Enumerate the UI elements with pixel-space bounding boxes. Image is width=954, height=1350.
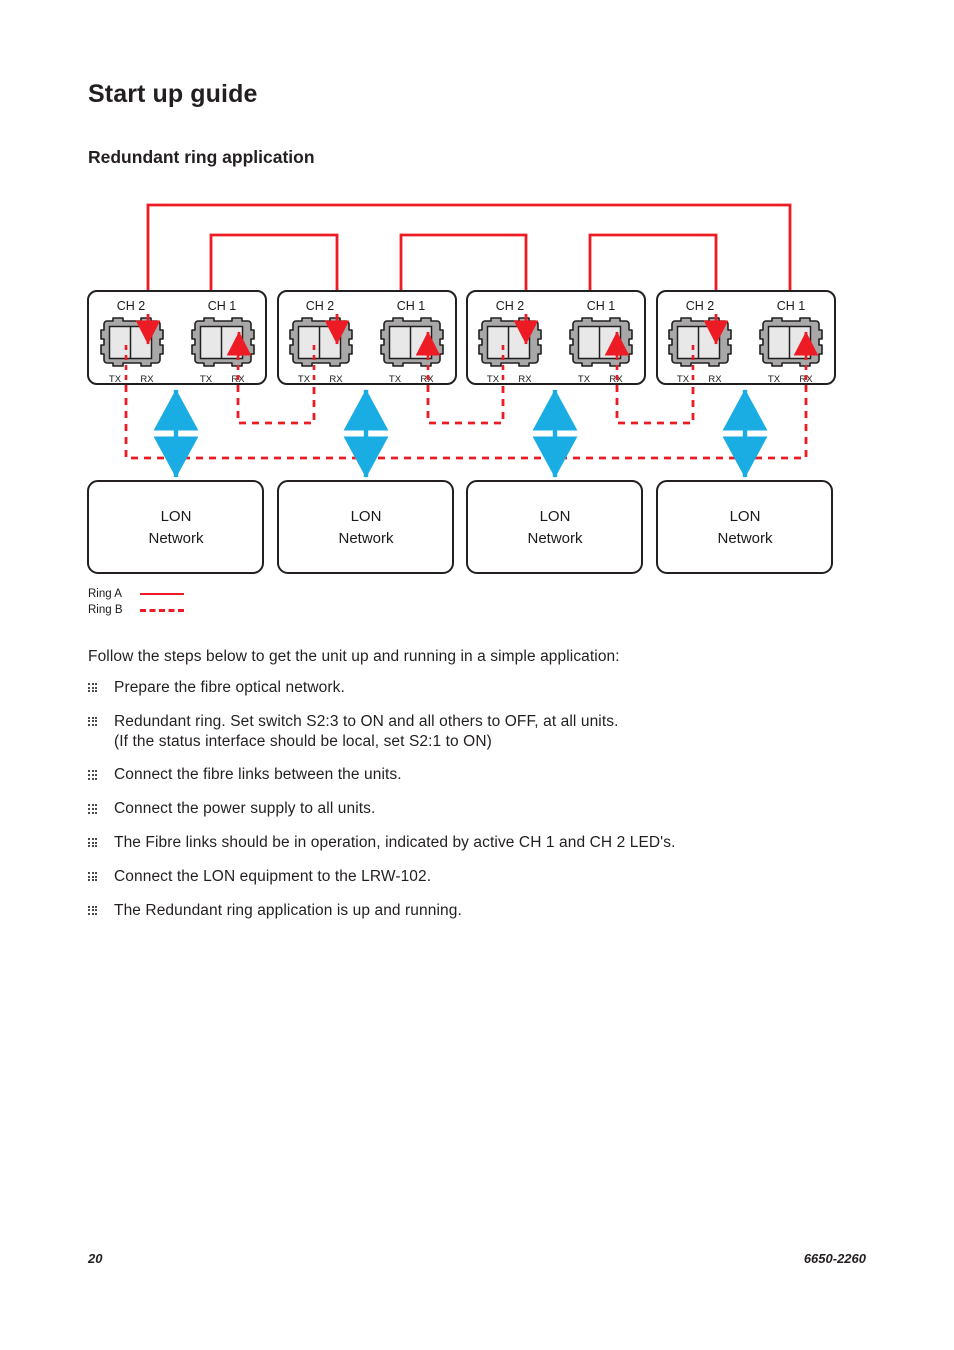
- module-2-ch2-label: CH 2: [306, 299, 335, 313]
- bullet-grid-icon: [88, 867, 114, 882]
- module-1-ch1-connector: [191, 317, 255, 367]
- module-4-ch2-label: CH 2: [686, 299, 715, 313]
- module-3-ch2-tx-label: TX: [487, 374, 500, 385]
- module-2-ch1-connector: [380, 317, 444, 367]
- bullet-grid-icon: [88, 901, 114, 915]
- list-item: Connect the power supply to all units.: [88, 799, 878, 819]
- module-3-ch2-connector: [478, 317, 542, 367]
- module-1-ch2-tx-label: TX: [109, 374, 122, 385]
- bullet-grid-icon: [88, 712, 114, 727]
- module-1-ch2-connector: [100, 317, 164, 367]
- instructions-list: Prepare the fibre optical network. Redun…: [88, 678, 878, 935]
- module-4-ch2-connector: [668, 317, 732, 367]
- legend-row-ring-b: Ring B: [88, 602, 288, 618]
- step-text: Connect the LON equipment to the LRW-102…: [114, 867, 432, 885]
- module-1-ch1-tx-label: TX: [200, 374, 213, 385]
- legend-label-ring-b: Ring B: [88, 604, 123, 616]
- module-2-ch1-tx-label: TX: [389, 374, 402, 385]
- step-text: Redundant ring. Set switch S2:3 to ON an…: [114, 712, 619, 730]
- ring-a-wires: [146, 203, 792, 300]
- lon-network-box-2: LON Network: [277, 480, 454, 574]
- module-3-ch1-label: CH 1: [587, 299, 616, 313]
- instructions-intro: Follow the steps below to get the unit u…: [88, 648, 620, 665]
- device-module-4: CH 2 CH 1 TX RX TX RX: [656, 290, 836, 385]
- module-2-ch1-label: CH 1: [397, 299, 426, 313]
- lon-link-arrows: [153, 389, 768, 478]
- module-1-ch2-label: CH 2: [117, 299, 146, 313]
- list-item: Connect the fibre links between the unit…: [88, 765, 878, 785]
- step-text: Prepare the fibre optical network.: [114, 679, 345, 696]
- step-text: Connect the fibre links between the unit…: [114, 766, 402, 784]
- device-module-1: CH 2 CH 1 TX RX TX RX: [87, 290, 267, 385]
- bullet-grid-icon: [88, 833, 114, 848]
- bullet-grid-icon: [88, 799, 114, 814]
- module-2-ch2-rx-label: RX: [329, 374, 343, 385]
- lon-network-box-3: LON Network: [466, 480, 643, 574]
- step-text: The Redundant ring application is up and…: [114, 901, 462, 919]
- list-item: Prepare the fibre optical network.: [88, 678, 878, 698]
- diagram-legend: Ring A Ring B: [88, 586, 288, 618]
- lon-network-3-line1: LON: [540, 508, 571, 525]
- module-2-ch2-tx-label: TX: [298, 374, 311, 385]
- module-4-ch1-label: CH 1: [777, 299, 806, 313]
- list-item: The Redundant ring application is up and…: [88, 901, 878, 921]
- module-4-ch1-connector: [759, 317, 823, 367]
- lon-network-2-line2: Network: [338, 530, 394, 547]
- module-2-ch2-connector: [289, 317, 353, 367]
- module-1-ch2-rx-label: RX: [140, 374, 154, 385]
- footer-page-number: 20: [88, 1251, 103, 1266]
- list-item: The Fibre links should be in operation, …: [88, 833, 878, 853]
- bullet-grid-icon: [88, 765, 114, 780]
- redundant-ring-diagram: CH 2 CH 1 TX RX TX RX CH 2 CH 1 TX RX TX: [0, 0, 954, 640]
- lon-network-4-line1: LON: [730, 508, 761, 525]
- legend-row-ring-a: Ring A: [88, 586, 288, 602]
- step-subtext: (If the status interface should be local…: [114, 732, 492, 750]
- module-4-ch2-tx-label: TX: [677, 374, 690, 385]
- module-1-ch1-label: CH 1: [208, 299, 237, 313]
- step-text: The Fibre links should be in operation, …: [114, 834, 676, 852]
- lon-network-box-4: LON Network: [656, 480, 833, 574]
- list-item: Connect the LON equipment to the LRW-102…: [88, 867, 878, 887]
- lon-network-4-line2: Network: [717, 530, 773, 547]
- module-3-ch2-rx-label: RX: [518, 374, 532, 385]
- device-module-2: CH 2 CH 1 TX RX TX RX: [277, 290, 457, 385]
- lon-network-box-1: LON Network: [87, 480, 264, 574]
- step-text: Connect the power supply to all units.: [114, 800, 376, 818]
- lon-network-2-line1: LON: [351, 508, 382, 525]
- legend-swatch-dashed-line: [140, 608, 184, 612]
- list-item: Redundant ring. Set switch S2:3 to ON an…: [88, 712, 878, 752]
- lon-network-3-line2: Network: [527, 530, 583, 547]
- device-module-3: CH 2 CH 1 TX RX TX RX: [466, 290, 646, 385]
- module-4-ch2-rx-label: RX: [708, 374, 722, 385]
- module-3-ch1-connector: [569, 317, 633, 367]
- footer-document-number: 6650-2260: [803, 1251, 866, 1266]
- legend-label-ring-a: Ring A: [88, 588, 122, 600]
- legend-swatch-solid-line: [140, 593, 184, 595]
- lon-network-1-line1: LON: [161, 508, 192, 525]
- ring-b-wires: [124, 385, 808, 460]
- module-4-ch1-tx-label: TX: [768, 374, 781, 385]
- module-3-ch2-label: CH 2: [496, 299, 525, 313]
- module-3-ch1-tx-label: TX: [578, 374, 591, 385]
- bullet-grid-icon: [88, 678, 114, 693]
- lon-network-1-line2: Network: [148, 530, 204, 547]
